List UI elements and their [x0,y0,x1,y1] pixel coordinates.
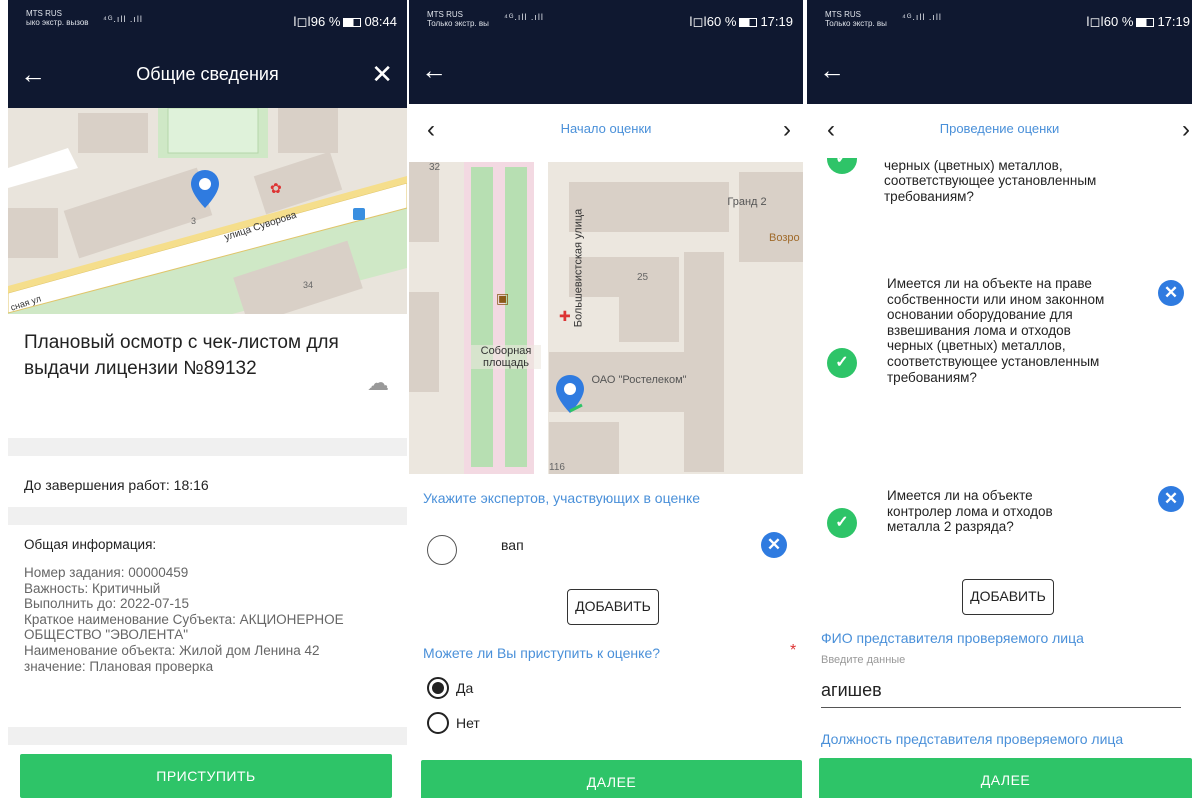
location-pin-icon[interactable] [556,375,584,417]
screen-assessment: MTS RUS Только экстр. вы ⁴ᴳ.ıll .ıll ǀ◻ǀ6… [807,0,1192,798]
rep-name-hint: Введите данные [821,654,906,666]
divider [8,438,407,456]
map-view[interactable]: Большевистская улица Соборная площадь ОА… [409,162,803,474]
map-street-label: Большевистская улица [572,208,585,328]
map-canvas [8,108,407,314]
back-arrow-icon[interactable]: ← [421,56,447,84]
map-house-label: 32 [429,162,441,173]
rep-name-input[interactable]: агишев [821,680,1181,708]
info-line: Номер задания: 00000459 [24,565,189,580]
map-square-label: Соборная площадь [471,345,541,369]
questions-list: ✓ радиационного контроля лома и отходов … [807,158,1192,623]
battery-icon [343,18,362,27]
card-title: Плановый осмотр с чек-листом для выдачи … [24,332,339,379]
status-bar: MTS RUS Только экстр. вы ⁴ᴳ.ıll .ıll ǀ◻ǀ6… [807,0,1192,42]
status-right: ǀ◻ǀ96 % 08:44 [293,14,397,29]
status-bar: MTS RUS Только экстр. вы ⁴ᴳ.ıll .ıll ǀ◻ǀ6… [409,0,803,42]
carrier-label: MTS RUS ыко экстр. вызов [26,9,89,27]
map-org-label: ОАО "Ростелеком" [591,374,687,386]
general-info-title: Общая информация: [24,537,157,552]
signal-icon: ⁴ᴳ.ıll .ıll [504,12,544,22]
map-house-label: 116 [549,462,565,473]
question-text: радиационного контроля лома и отходов че… [884,158,1097,204]
step-nav: ‹ Проведение оценки › [807,104,1192,160]
carrier-label: MTS RUS Только экстр. вы [427,10,489,28]
map-house-label: 34 [303,280,314,290]
divider [8,507,407,525]
info-list: Номер задания: 00000459 Важность: Критич… [24,565,404,674]
map-view[interactable]: улица Суворова 3 34 сная ул ✿ [8,108,407,314]
info-line: Выполнить до: 2022-07-15 [24,596,190,612]
experts-label: Укажите экспертов, участвующих в оценке [423,490,701,506]
radio-yes[interactable] [427,677,449,699]
next-button[interactable]: ДАЛЕЕ [421,760,802,798]
status-bar: MTS RUS ыко экстр. вызов ⁴ᴳ.ıll .ıll ǀ◻ǀ9… [8,0,407,42]
info-line: Наименование объекта: Жилой дом Ленина 4… [24,642,320,658]
cloud-icon[interactable]: ☁ [367,370,389,396]
signal-icon: ⁴ᴳ.ıll .ıll [103,14,143,24]
map-label: Гранд 2 [727,196,767,208]
check-icon: ✓ [827,158,857,174]
required-marker: * [790,642,797,659]
pharmacy-icon: ✚ [559,308,571,324]
map-label: Возро [769,232,800,244]
rep-name-label: ФИО представителя проверяемого лица [821,630,1084,646]
deadline-text: До завершения работ: 18:16 [24,477,209,493]
remove-question-icon[interactable]: ✕ [1158,280,1184,306]
status-right: ǀ◻ǀ60 % 17:19 [689,14,793,29]
back-arrow-icon[interactable]: ← [819,56,845,84]
clock: 08:44 [364,14,397,29]
close-icon[interactable]: ✕ [371,60,393,88]
question-text: Имеется ли на объекте на праве собственн… [887,276,1105,385]
carrier-label: MTS RUS Только экстр. вы [825,10,887,28]
battery-icon [1136,18,1155,27]
battery-icon [739,18,758,27]
chevron-right-icon[interactable]: › [1182,116,1190,144]
paw-icon: ✿ [270,180,282,196]
step-title: Начало оценки [560,121,652,136]
step-title: Проведение оценки [939,121,1060,136]
map-canvas [409,162,803,474]
status-right: ǀ◻ǀ60 % 17:19 [1086,14,1190,29]
screen-assessment-start: MTS RUS Только экстр. вы ⁴ᴳ.ıll .ıll ǀ◻ǀ6… [409,0,803,798]
question-text: Имеется ли на объекте контролер лома и о… [887,488,1053,535]
info-line: Важность: Критичный [24,580,161,596]
map-house-label: 3 [191,216,197,226]
info-line: Краткое наименование Субъекта: АКЦИОНЕРН… [24,611,344,643]
museum-icon: ▣ [496,290,510,306]
page-title: Общие сведения [136,64,279,84]
chevron-right-icon[interactable]: › [783,116,791,144]
remove-question-icon[interactable]: ✕ [1158,486,1184,512]
clock: 17:19 [1157,14,1190,29]
rep-position-label: Должность представителя проверяемого лиц… [821,731,1124,747]
expert-name: вап [501,537,524,553]
start-button[interactable]: ПРИСТУПИТЬ [20,754,392,798]
signal-icon: ⁴ᴳ.ıll .ıll [902,12,942,22]
divider [8,727,407,745]
info-line: значение: Плановая проверка [24,658,214,674]
radio-no[interactable] [427,712,449,734]
check-icon: ✓ [827,508,857,538]
app-bar: ← [807,42,1192,104]
expert-checkbox[interactable] [427,535,457,565]
radio-yes-label: Да [456,680,474,696]
question-label: Можете ли Вы приступить к оценке? [423,645,661,661]
screen-general-info: MTS RUS ыко экстр. вызов ⁴ᴳ.ıll .ıll ǀ◻ǀ9… [8,0,407,798]
add-question-button[interactable]: ДОБАВИТЬ [962,579,1054,615]
step-nav: ‹ Начало оценки › [409,104,803,160]
check-icon: ✓ [827,348,857,378]
bus-stop-icon [353,208,365,220]
add-expert-button[interactable]: ДОБАВИТЬ [567,589,659,625]
app-bar: ← Общие сведения ✕ [8,42,407,108]
clock: 17:19 [760,14,793,29]
next-button[interactable]: ДАЛЕЕ [819,758,1192,798]
location-pin-icon[interactable] [191,170,219,210]
remove-expert-icon[interactable]: ✕ [761,532,787,558]
radio-no-label: Нет [456,715,480,731]
app-bar: ← [409,42,803,104]
map-house-label: 25 [637,272,649,283]
